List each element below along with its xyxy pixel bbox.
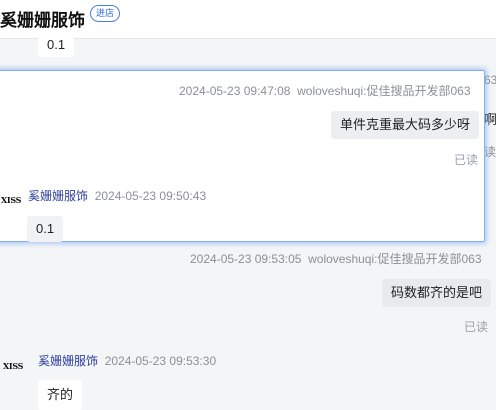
background-text-fragment: 啊 <box>484 112 496 127</box>
highlighted-message-group[interactable]: 2024-05-23 09:47:08 woloveshuqi:促佳搜品开发部0… <box>0 70 485 242</box>
message-sender[interactable]: 奚姗姗服饰 <box>28 189 88 203</box>
seller-avatar[interactable]: XISS <box>1 189 23 211</box>
read-status: 已读 <box>454 153 479 167</box>
seller-avatar[interactable]: XISS <box>0 355 25 377</box>
shop-name[interactable]: 奚姗姗服饰 <box>0 6 85 31</box>
background-number-fragment: 63 <box>484 73 496 87</box>
message-meta: 2024-05-23 09:47:08 woloveshuqi:促佳搜品开发部0… <box>179 82 471 99</box>
message-sender[interactable]: 奚姗姗服饰 <box>38 354 98 368</box>
message-time: 2024-05-23 09:53:05 <box>190 252 302 266</box>
seller-message-bubble: 齐的 <box>38 380 83 410</box>
enter-shop-button[interactable]: 进店 <box>90 5 121 22</box>
read-status: 已读 <box>464 320 489 334</box>
message-meta: 奚姗姗服饰 2024-05-23 09:50:43 <box>28 187 206 204</box>
buyer-message-bubble: 码数都齐的是吧 <box>382 279 492 307</box>
chat-header: 奚姗姗服饰 进店 <box>0 0 496 39</box>
message-time: 2024-05-23 09:47:08 <box>179 84 291 98</box>
seller-message-bubble: 0.1 <box>27 216 64 242</box>
seller-message-bubble: 0.1 <box>38 33 75 57</box>
message-sender: woloveshuqi:促佳搜品开发部063 <box>297 84 471 98</box>
buyer-message-bubble: 单件克重最大码多少呀 <box>331 111 480 139</box>
message-meta: 2024-05-23 09:53:05 woloveshuqi:促佳搜品开发部0… <box>190 250 482 267</box>
chat-history[interactable]: 0.1 63 啊 读 2024-05-23 09:47:08 woloveshu… <box>0 33 496 410</box>
message-time: 2024-05-23 09:53:30 <box>104 354 217 368</box>
background-read-fragment: 读 <box>484 145 496 159</box>
message-sender: woloveshuqi:促佳搜品开发部063 <box>308 252 482 266</box>
message-time: 2024-05-23 09:50:43 <box>94 189 207 203</box>
message-meta: 奚姗姗服饰 2024-05-23 09:53:30 <box>38 352 216 369</box>
